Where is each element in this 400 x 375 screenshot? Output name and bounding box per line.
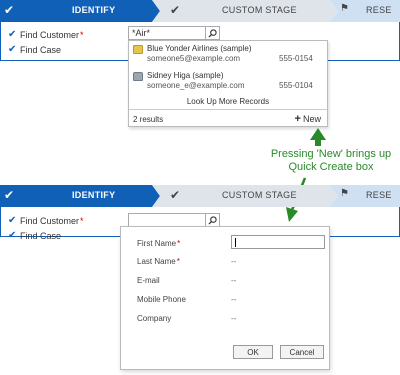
check-icon: ✔ — [8, 215, 17, 226]
find-customer-row: ✔ Find Customer * — [8, 215, 84, 226]
process-bar: ✔ IDENTIFY ✔ CUSTOM STAGE ⚑ RESE — [0, 185, 400, 207]
stage-research[interactable]: ⚑ RESE — [330, 185, 400, 207]
last-name-label: Last Name* — [137, 257, 180, 266]
company-value[interactable]: -- — [231, 314, 236, 323]
stage-label: IDENTIFY — [72, 190, 116, 200]
check-icon: ✔ — [4, 188, 15, 202]
stage-identify[interactable]: ✔ IDENTIFY — [0, 185, 160, 207]
search-button[interactable] — [205, 214, 219, 226]
ok-button[interactable]: OK — [233, 345, 273, 359]
arrow-up-icon — [310, 128, 326, 146]
search-icon — [208, 215, 217, 225]
first-name-label: First Name* — [137, 239, 181, 248]
annotation-text: Pressing 'New' brings up Quick Create bo… — [270, 148, 392, 173]
find-case-label: Find Case — [20, 230, 62, 241]
customer-search-input[interactable] — [128, 213, 220, 227]
check-icon: ✔ — [170, 188, 181, 202]
mobile-phone-value[interactable]: -- — [231, 295, 236, 304]
first-name-input[interactable] — [231, 235, 325, 249]
email-value[interactable]: -- — [231, 276, 236, 285]
mobile-phone-label: Mobile Phone — [137, 295, 186, 304]
company-label: Company — [137, 314, 172, 323]
find-case-row: ✔ Find Case — [8, 230, 61, 241]
last-name-value[interactable]: -- — [231, 257, 236, 266]
stage-custom[interactable]: ✔ CUSTOM STAGE — [152, 185, 338, 207]
stage-label: CUSTOM STAGE — [222, 190, 297, 200]
cancel-button[interactable]: Cancel — [280, 345, 324, 359]
stage-label: RESE — [366, 190, 392, 200]
quick-create-dialog: First Name* Last Name* -- E-mail -- Mobi… — [120, 226, 330, 370]
text-caret — [235, 238, 236, 247]
check-icon: ✔ — [8, 230, 17, 241]
find-customer-label: Find Customer — [20, 215, 80, 226]
email-label: E-mail — [137, 276, 160, 285]
flag-icon: ⚑ — [340, 188, 350, 199]
required-mark: * — [80, 215, 84, 226]
